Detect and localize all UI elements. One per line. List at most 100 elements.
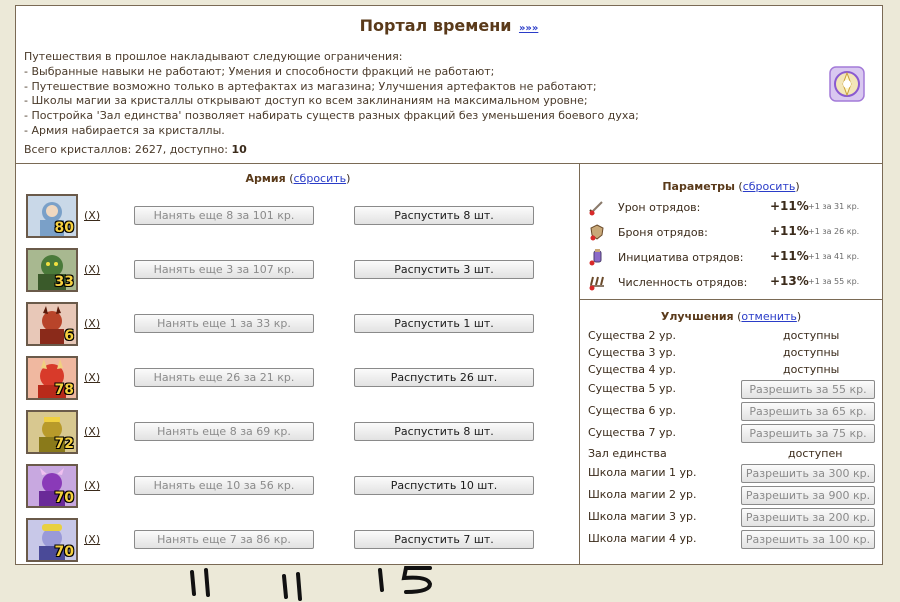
remove-button[interactable]: (X): [84, 425, 100, 438]
army-row: 70 (X) Нанять еще 7 за 86 кр. Распустить…: [26, 518, 566, 562]
creature-count: 80: [54, 220, 74, 236]
creature-count: 33: [54, 274, 74, 290]
upgrade-label: Школа магии 4 ур.: [588, 532, 697, 545]
remove-button[interactable]: (X): [84, 263, 100, 276]
hire-button[interactable]: Нанять еще 26 за 21 кр.: [134, 368, 314, 387]
creature-portrait[interactable]: 70: [26, 518, 78, 562]
param-cost: +1 за 26 кр.: [808, 227, 860, 236]
handwritten-marks: [190, 566, 433, 601]
creature-portrait[interactable]: 80: [26, 194, 78, 238]
upgrade-label: Школа магии 3 ур.: [588, 510, 697, 523]
param-cost: +1 за 55 кр.: [808, 277, 860, 286]
remove-button[interactable]: (X): [84, 533, 100, 546]
dismiss-button[interactable]: Распустить 8 шт.: [354, 422, 534, 441]
creature-count: 6: [64, 328, 74, 344]
dismiss-button[interactable]: Распустить 3 шт.: [354, 260, 534, 279]
remove-button[interactable]: (X): [84, 371, 100, 384]
creature-portrait[interactable]: 70: [26, 464, 78, 508]
remove-button[interactable]: (X): [84, 209, 100, 222]
upgrades-title-row: Улучшения (отменить): [580, 310, 882, 323]
hire-button[interactable]: Нанять еще 8 за 101 кр.: [134, 206, 314, 225]
sword-icon[interactable]: [588, 198, 606, 216]
army-row: 72 (X) Нанять еще 8 за 69 кр. Распустить…: [26, 410, 566, 454]
hire-button[interactable]: Нанять еще 10 за 56 кр.: [134, 476, 314, 495]
creature-portrait[interactable]: 72: [26, 410, 78, 454]
upgrade-label: Существа 2 ур.: [588, 329, 676, 342]
upgrade-label: Существа 3 ур.: [588, 346, 676, 359]
hire-button[interactable]: Нанять еще 8 за 69 кр.: [134, 422, 314, 441]
army-section: Армия (сбросить) 80 (X) Нанять еще 8 за …: [16, 164, 580, 564]
dismiss-button[interactable]: Распустить 1 шт.: [354, 314, 534, 333]
upgrade-label: Школа магии 1 ур.: [588, 466, 697, 479]
mark-11-second: [282, 572, 302, 601]
creature-portrait[interactable]: 6: [26, 302, 78, 346]
dismiss-button[interactable]: Распустить 10 шт.: [354, 476, 534, 495]
army-row: 6 (X) Нанять еще 1 за 33 кр. Распустить …: [26, 302, 566, 346]
upgrades-cancel-link[interactable]: отменить: [741, 310, 796, 323]
creature-count: 70: [54, 544, 74, 560]
upgrade-row: Существа 6 ур. Разрешить за 65 кр.: [588, 401, 878, 421]
portal-header: Портал времени »»» Путешествия в прошлое…: [16, 6, 882, 164]
more-link[interactable]: »»»: [519, 23, 538, 34]
paren-close: ): [795, 180, 800, 193]
army-title-row: Армия (сбросить): [16, 172, 580, 185]
crystals-available: 10: [231, 143, 247, 156]
params-reset-link[interactable]: сбросить: [743, 180, 796, 193]
unlock-button[interactable]: Разрешить за 75 кр.: [741, 424, 875, 443]
shield-icon[interactable]: [588, 223, 606, 241]
creature-portrait[interactable]: 33: [26, 248, 78, 292]
page-title: Портал времени: [359, 16, 512, 35]
upgrade-row: Существа 7 ур. Разрешить за 75 кр.: [588, 423, 878, 443]
param-value: +11%: [770, 199, 809, 213]
paren-close: ): [796, 310, 802, 323]
unlock-button[interactable]: Разрешить за 100 кр.: [741, 530, 875, 549]
crystal-icon: [829, 66, 865, 102]
param-row-damage: Урон отрядов: +11% +1 за 31 кр.: [588, 198, 878, 216]
dismiss-button[interactable]: Распустить 7 шт.: [354, 530, 534, 549]
restriction-line: - Школы магии за кристаллы открывают дос…: [24, 94, 588, 108]
upgrade-label: Школа магии 2 ур.: [588, 488, 697, 501]
param-value: +11%: [770, 249, 809, 263]
creature-count: 70: [54, 490, 74, 506]
upgrade-row: Школа магии 4 ур. Разрешить за 100 кр.: [588, 529, 878, 549]
army-reset-link[interactable]: сбросить: [294, 172, 347, 185]
restriction-line: - Путешествие возможно только в артефакт…: [24, 79, 597, 93]
hire-button[interactable]: Нанять еще 3 за 107 кр.: [134, 260, 314, 279]
troops-icon[interactable]: [588, 273, 606, 291]
remove-button[interactable]: (X): [84, 479, 100, 492]
hire-button[interactable]: Нанять еще 7 за 86 кр.: [134, 530, 314, 549]
creature-count: 72: [54, 436, 74, 452]
param-cost: +1 за 31 кр.: [808, 202, 860, 211]
unlock-button[interactable]: Разрешить за 55 кр.: [741, 380, 875, 399]
param-label: Инициатива отрядов:: [618, 251, 744, 264]
creature-portrait[interactable]: 78: [26, 356, 78, 400]
crystals-label: Всего кристаллов: 2627, доступно:: [24, 143, 228, 156]
upgrades-section: Улучшения (отменить) Существа 2 ур. дост…: [580, 300, 882, 564]
restrictions-intro: Путешествия в прошлое накладывают следую…: [24, 50, 403, 63]
unlock-button[interactable]: Разрешить за 900 кр.: [741, 486, 875, 505]
upgrade-status: доступны: [783, 346, 840, 359]
potion-icon[interactable]: [588, 248, 606, 266]
upgrade-status: доступны: [783, 363, 840, 376]
upgrade-row: Зал единства доступен: [588, 444, 878, 464]
army-row: 78 (X) Нанять еще 26 за 21 кр. Распустит…: [26, 356, 566, 400]
upgrade-status: доступен: [788, 447, 843, 460]
dismiss-button[interactable]: Распустить 26 шт.: [354, 368, 534, 387]
mark-15: [378, 566, 433, 594]
unlock-button[interactable]: Разрешить за 300 кр.: [741, 464, 875, 483]
remove-button[interactable]: (X): [84, 317, 100, 330]
crystals-total: Всего кристаллов: 2627, доступно: 10: [24, 143, 247, 156]
army-title: Армия: [245, 172, 286, 185]
param-row-armor: Броня отрядов: +11% +1 за 26 кр.: [588, 223, 878, 241]
unlock-button[interactable]: Разрешить за 65 кр.: [741, 402, 875, 421]
unlock-button[interactable]: Разрешить за 200 кр.: [741, 508, 875, 527]
hire-button[interactable]: Нанять еще 1 за 33 кр.: [134, 314, 314, 333]
param-value: +13%: [770, 274, 809, 288]
restriction-line: - Выбранные навыки не работают; Умения и…: [24, 64, 495, 78]
upgrade-row: Школа магии 3 ур. Разрешить за 200 кр.: [588, 507, 878, 527]
upgrade-row: Школа магии 2 ур. Разрешить за 900 кр.: [588, 485, 878, 505]
dismiss-button[interactable]: Распустить 8 шт.: [354, 206, 534, 225]
army-row: 70 (X) Нанять еще 10 за 56 кр. Распустит…: [26, 464, 566, 508]
param-row-initiative: Инициатива отрядов: +11% +1 за 41 кр.: [588, 248, 878, 266]
upgrade-status: доступны: [783, 329, 840, 342]
